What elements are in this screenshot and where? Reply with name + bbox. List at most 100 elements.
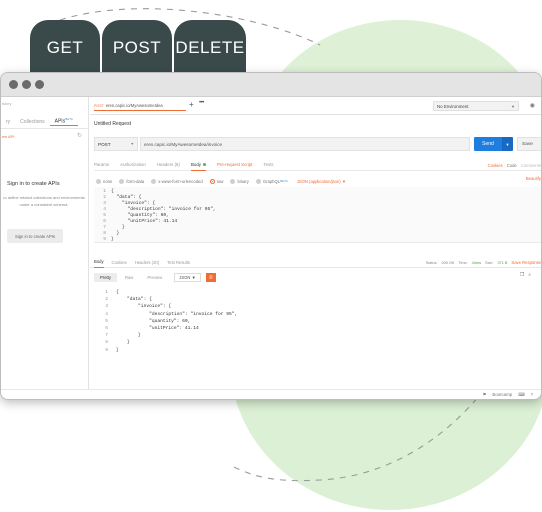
sidebar-tab-collections[interactable]: Collections xyxy=(15,119,49,125)
radio-circle xyxy=(255,178,261,184)
method-select[interactable]: POST ▼ xyxy=(94,137,138,151)
code-text: { xyxy=(116,290,119,295)
radio-circle xyxy=(96,178,101,184)
window-control-dot[interactable] xyxy=(22,80,31,89)
request-title[interactable]: Untitled Request xyxy=(94,121,131,127)
modified-dot-icon xyxy=(202,162,206,166)
search-icon[interactable]: ⌕ xyxy=(528,272,535,278)
statusbar: ⚑ Bootcamp ⌨ ? xyxy=(1,389,541,399)
radio-circle xyxy=(151,178,157,184)
sidebar-history-stub: istory xyxy=(2,101,12,106)
sidebar-tab-apis[interactable]: APIsBETA xyxy=(49,117,78,126)
environment-value: No Environment xyxy=(437,103,469,109)
format-value: JSON xyxy=(179,275,191,280)
plus-icon[interactable]: + xyxy=(189,100,194,109)
eye-icon[interactable]: ◉ xyxy=(530,102,535,109)
request-tabbar: POST eren.capic.io/MyAwesomeIdea + ••• N… xyxy=(90,97,541,115)
request-tab-label: eren.capic.io/MyAwesomeIdea xyxy=(105,103,163,108)
radio-graphql[interactable]: GraphQL BETA xyxy=(255,178,288,184)
stage: GET POST DELETE istory ry Collections AP… xyxy=(0,0,542,512)
code-text: "data": { xyxy=(111,195,142,200)
keyboard-icon[interactable]: ⌨ xyxy=(518,392,524,398)
chevron-down-icon: ▼ xyxy=(130,142,134,146)
response-stats: Status: 200 OK Time: 44ms Size: 371 B Sa… xyxy=(426,257,541,268)
app-window: istory ry Collections APIsBETA ew API ↻ … xyxy=(0,72,542,400)
size-value: 371 B xyxy=(497,260,508,265)
request-tab-method: POST xyxy=(94,103,104,108)
radio-label: binary xyxy=(237,178,249,184)
beautify-link[interactable]: Beautify xyxy=(526,176,541,181)
tab-body[interactable]: Body xyxy=(190,159,206,171)
method-value: POST xyxy=(98,141,111,147)
send-button[interactable]: Send xyxy=(474,137,502,151)
time-label: Time: xyxy=(458,260,468,265)
save-response-button[interactable]: Save Response xyxy=(511,260,541,265)
size-label: Size: xyxy=(485,260,494,265)
request-tab[interactable]: POST eren.capic.io/MyAwesomeIdea xyxy=(94,101,186,111)
view-raw-button[interactable]: Raw xyxy=(119,273,139,282)
code-text: } xyxy=(116,340,130,346)
code-text: } xyxy=(111,231,120,236)
status-value: 200 OK xyxy=(441,260,455,265)
code-link[interactable]: Code xyxy=(507,163,517,168)
code-text: "invoice": { xyxy=(111,201,156,206)
code-text: } xyxy=(116,347,119,353)
response-tab-test-results[interactable]: Test Results xyxy=(167,257,190,268)
more-tabs-icon[interactable]: ••• xyxy=(199,100,204,106)
tab-pre-request-script[interactable]: Pre-request Script xyxy=(217,159,252,171)
code-text: { xyxy=(111,189,114,194)
cookies-link[interactable]: Cookies xyxy=(488,163,503,168)
view-pretty-button[interactable]: Pretty xyxy=(94,273,117,282)
sidebar-tabs: ry Collections APIsBETA xyxy=(1,115,89,129)
response-tab-cookies[interactable]: Cookies xyxy=(112,257,127,268)
signin-button[interactable]: Sign in to create APIs xyxy=(7,229,63,243)
main-pane: POST eren.capic.io/MyAwesomeIdea + ••• N… xyxy=(90,97,541,389)
code-line: 9} xyxy=(94,347,119,355)
pill-label: GET xyxy=(46,38,84,57)
radio-none[interactable]: none xyxy=(96,178,113,184)
radio-label: x-www-form-urlencoded xyxy=(158,178,203,184)
response-tab-headers[interactable]: Headers (20) xyxy=(135,257,159,268)
url-input[interactable]: eren.capic.io/MyAwesomeIdea/invoice xyxy=(140,137,470,151)
window-control-dot[interactable] xyxy=(9,80,18,89)
line-number: 9 xyxy=(105,347,108,353)
radio-form-data[interactable]: form-data xyxy=(119,178,144,184)
window-control-dot[interactable] xyxy=(35,80,44,89)
sidebar-tab-history[interactable]: ry xyxy=(1,119,15,125)
tab-params[interactable]: Params xyxy=(94,159,109,171)
tab-authorization[interactable]: Authorization xyxy=(120,159,146,171)
response-tab-body[interactable]: Body xyxy=(94,257,104,268)
app-body: istory ry Collections APIsBETA ew API ↻ … xyxy=(1,97,541,399)
content-type-select[interactable]: JSON (application/json) ▼ xyxy=(297,179,346,184)
help-icon[interactable]: ? xyxy=(531,392,533,397)
radio-raw[interactable]: raw xyxy=(209,178,223,184)
response-body[interactable]: 1{2 "data": {3 "invoice": {4 "descriptio… xyxy=(94,287,541,353)
radio-circle xyxy=(230,178,236,184)
wrap-lines-icon[interactable]: ≡ xyxy=(205,273,216,282)
request-body-editor[interactable]: 1{2 "data": {3 "invoice": {4 "descriptio… xyxy=(94,187,541,243)
status-label: Status: xyxy=(425,260,438,265)
bootcamp-icon[interactable]: ⚑ xyxy=(482,392,486,398)
response-actions: ❐⌕ xyxy=(520,272,535,278)
copy-icon[interactable]: ❐ xyxy=(520,272,528,278)
line-number: 9 xyxy=(103,237,106,242)
code-text: "description": "invoice for 95", xyxy=(116,311,238,317)
chevron-down-icon: ▼ xyxy=(511,103,515,109)
tab-headers[interactable]: Headers (8) xyxy=(157,159,180,171)
code-line: 9} xyxy=(94,237,114,243)
new-api-link[interactable]: ew API xyxy=(2,134,14,139)
view-preview-button[interactable]: Preview xyxy=(141,273,168,282)
save-button[interactable]: Save xyxy=(517,137,541,151)
comments-link[interactable]: Comments xyxy=(521,163,541,168)
radio-binary[interactable]: binary xyxy=(230,178,249,184)
response-format-select[interactable]: JSON ▼ xyxy=(174,273,201,282)
environment-select[interactable]: No Environment ▼ xyxy=(433,101,519,111)
body-type-radios: none form-data x-www-form-urlencoded raw… xyxy=(96,176,541,186)
bootcamp-link[interactable]: Bootcamp xyxy=(492,392,512,397)
radio-urlencoded[interactable]: x-www-form-urlencoded xyxy=(151,178,203,184)
refresh-icon[interactable]: ↻ xyxy=(77,132,82,139)
tab-tests[interactable]: Tests xyxy=(263,159,273,171)
code-text: } xyxy=(111,237,114,242)
send-options-chevron-icon[interactable]: ▼ xyxy=(502,137,513,151)
radio-label: none xyxy=(103,178,113,184)
